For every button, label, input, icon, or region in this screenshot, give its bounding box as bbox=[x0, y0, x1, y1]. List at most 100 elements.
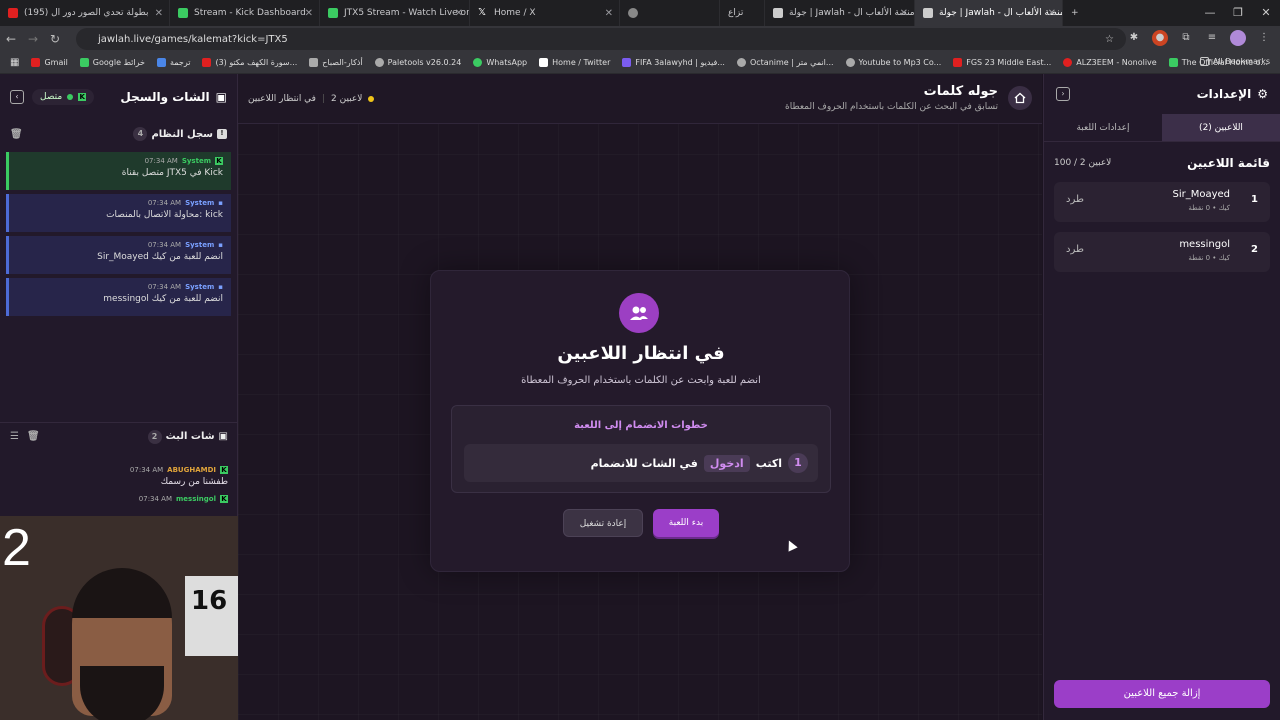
player-name: Sir_Moayed bbox=[1172, 189, 1230, 200]
maximize-icon[interactable]: ❐ bbox=[1224, 0, 1252, 26]
record-icon[interactable]: ● bbox=[1152, 30, 1168, 46]
x-logo-icon: 𝕏 bbox=[478, 7, 487, 18]
card-subtitle: انضم للعبة وابحث عن الكلمات باستخدام الح… bbox=[521, 375, 761, 386]
page-subtitle: تسابق في البحث عن الكلمات باستخدام الحرو… bbox=[785, 102, 998, 112]
minimize-icon[interactable]: — bbox=[1196, 0, 1224, 26]
close-tab-icon[interactable]: ✕ bbox=[605, 8, 613, 19]
all-bookmarks[interactable]: All Bookmarks bbox=[1199, 57, 1270, 66]
close-window-icon[interactable]: ✕ bbox=[1252, 0, 1280, 26]
close-tab-icon[interactable]: ✕ bbox=[1048, 8, 1056, 19]
settings-panel: › الإعدادات ⚙ إعدادات اللعبة اللاعبين (2)… bbox=[1043, 74, 1280, 720]
panel-title: الشات والسجل bbox=[120, 90, 210, 104]
jawlah-icon bbox=[923, 8, 933, 18]
players-list-header: 100 / 2 لاعبين قائمة اللاعبين bbox=[1044, 142, 1280, 178]
whatsapp-icon bbox=[473, 58, 483, 67]
folder-icon bbox=[1199, 57, 1209, 66]
trash-icon[interactable]: 🗑 bbox=[10, 129, 23, 140]
bookmarks-bar: ▦ Gmail Google خرائط ترجمة (3) سورة الكه… bbox=[0, 52, 1280, 74]
kebab-menu-icon[interactable]: ⋮ bbox=[1256, 30, 1272, 46]
browser-tab[interactable] bbox=[620, 0, 720, 26]
remove-all-players-button[interactable]: إزالة جميع اللاعبين bbox=[1054, 680, 1270, 708]
bookmark-icon bbox=[1063, 58, 1073, 67]
bookmark-item[interactable]: Google خرائط bbox=[79, 58, 145, 67]
streamer-hair bbox=[72, 568, 172, 618]
kick-icon: K bbox=[220, 495, 228, 503]
bookmark-icon bbox=[202, 58, 212, 67]
log-entry: 07:34 AM System K متصل بقناة JTX5 في Kick bbox=[6, 152, 231, 190]
kick-player-button[interactable]: طرد bbox=[1066, 194, 1084, 205]
bookmark-item[interactable]: أذكار-الصباح bbox=[309, 58, 363, 67]
bookmark-item[interactable]: Gmail bbox=[31, 58, 68, 67]
bookmark-item[interactable]: (3) سورة الكهف مكتو... bbox=[202, 58, 297, 67]
bookmark-item[interactable]: WhatsApp bbox=[473, 58, 527, 67]
browser-tab[interactable]: (195) بطولة تحدي الصور دور ال ✕ bbox=[0, 0, 170, 26]
tab-game-settings[interactable]: إعدادات اللعبة bbox=[1044, 114, 1162, 141]
start-game-button[interactable]: بدء اللعبة bbox=[653, 509, 719, 537]
puzzle-icon[interactable]: ⧉ bbox=[1178, 30, 1194, 46]
close-tab-icon[interactable]: ✕ bbox=[305, 8, 313, 19]
close-tab-icon[interactable]: ✕ bbox=[900, 8, 908, 19]
bookmark-item[interactable]: Paletools v26.0.24 bbox=[374, 58, 461, 67]
menu-lines-icon[interactable]: ≡ bbox=[1204, 30, 1220, 46]
game-area: في انتظار اللاعبين | 2 لاعبين جوله كلمات… bbox=[238, 74, 1042, 720]
tab-players[interactable]: اللاعبين (2) bbox=[1162, 114, 1280, 141]
connection-status: متصل K bbox=[32, 89, 95, 105]
home-button[interactable] bbox=[1008, 86, 1032, 110]
bookmark-item[interactable]: Youtube to Mp3 Co... bbox=[845, 58, 941, 67]
bookmark-item[interactable]: FGS 23 Middle East... bbox=[953, 58, 1051, 67]
settings-tabs: إعدادات اللعبة اللاعبين (2) bbox=[1044, 114, 1280, 142]
player-row: طرد messingol كيك • 0 نقطة 2 bbox=[1054, 232, 1270, 272]
browser-tab-active[interactable]: جولة | Jawlah - منصة الألعاب ال ✕ bbox=[915, 0, 1063, 26]
star-icon[interactable]: ☆ bbox=[1105, 34, 1114, 45]
chat-message: 07:34 AM messingol K bbox=[138, 495, 228, 503]
online-dot-icon bbox=[67, 94, 74, 100]
browser-tab[interactable]: JTX5 Stream - Watch Live on Ki ✕ bbox=[320, 0, 470, 26]
log-icon: ! bbox=[217, 129, 227, 139]
reset-button[interactable]: إعادة تشغيل bbox=[563, 509, 643, 537]
bookmark-icon bbox=[31, 58, 41, 67]
system-icon: ▪ bbox=[218, 241, 223, 249]
filter-icon[interactable]: ☰ bbox=[10, 431, 19, 442]
chat-icon: ▣ bbox=[218, 431, 228, 442]
close-tab-icon[interactable]: ✕ bbox=[155, 8, 163, 19]
browser-tab[interactable]: 𝕏 Home / X ✕ bbox=[470, 0, 620, 26]
back-icon[interactable]: ← bbox=[0, 32, 22, 46]
site-icon bbox=[628, 8, 638, 18]
browser-tab[interactable]: تزاع bbox=[720, 0, 765, 26]
bookmark-icon bbox=[1168, 58, 1178, 67]
webcam-overlay: 16 2 bbox=[0, 516, 244, 720]
new-tab-button[interactable]: + bbox=[1063, 0, 1091, 26]
address-bar[interactable]: jawlah.live/games/kalemat?kick=JTX5 ☆ bbox=[76, 28, 1126, 50]
kick-player-button[interactable]: طرد bbox=[1066, 244, 1084, 255]
chat-count: 2 bbox=[147, 429, 162, 444]
game-header: في انتظار اللاعبين | 2 لاعبين جوله كلمات… bbox=[238, 74, 1042, 124]
toolbar-icons: ✱ ● ⧉ ≡ ⋮ bbox=[1126, 30, 1272, 46]
chat-message: 07:34 AM ABUGHAMDI K طفشنا من رسمك bbox=[129, 466, 228, 487]
collapse-panel-icon[interactable]: ‹ bbox=[10, 90, 24, 104]
bookmark-item[interactable]: ترجمة bbox=[156, 58, 190, 67]
jawlah-icon bbox=[773, 8, 783, 18]
bookmark-item[interactable]: Octanime | انمي متر... bbox=[736, 58, 834, 67]
extension-icon[interactable]: ✱ bbox=[1126, 30, 1142, 46]
apps-grid-icon[interactable]: ▦ bbox=[10, 57, 19, 68]
youtube-icon bbox=[8, 8, 18, 18]
kick-icon bbox=[178, 8, 188, 18]
player-rank: 1 bbox=[1251, 194, 1258, 205]
streamer-beard bbox=[80, 666, 164, 720]
browser-tab[interactable]: جولة | Jawlah - منصة الألعاب ال ✕ bbox=[765, 0, 915, 26]
player-meta: كيك • 0 نقطة bbox=[1188, 254, 1230, 262]
trash-icon[interactable]: 🗑 bbox=[27, 431, 40, 442]
collapse-panel-icon[interactable]: › bbox=[1056, 87, 1070, 101]
forward-icon[interactable]: → bbox=[22, 32, 44, 46]
browser-tab[interactable]: Stream - Kick Dashboard ✕ bbox=[170, 0, 320, 26]
users-icon bbox=[619, 293, 659, 333]
bookmark-icon bbox=[79, 58, 89, 67]
step-number: 1 bbox=[788, 453, 808, 473]
profile-avatar[interactable] bbox=[1230, 30, 1246, 46]
gear-icon: ⚙ bbox=[1257, 87, 1268, 101]
close-tab-icon[interactable]: ✕ bbox=[455, 8, 463, 19]
bookmark-item[interactable]: FIFA 3alawyhd | فيديو... bbox=[622, 58, 725, 67]
bookmark-item[interactable]: ALZ3EEM - Nonolive bbox=[1063, 58, 1157, 67]
bookmark-item[interactable]: Home / Twitter bbox=[539, 58, 610, 67]
reload-icon[interactable]: ↻ bbox=[44, 32, 66, 46]
